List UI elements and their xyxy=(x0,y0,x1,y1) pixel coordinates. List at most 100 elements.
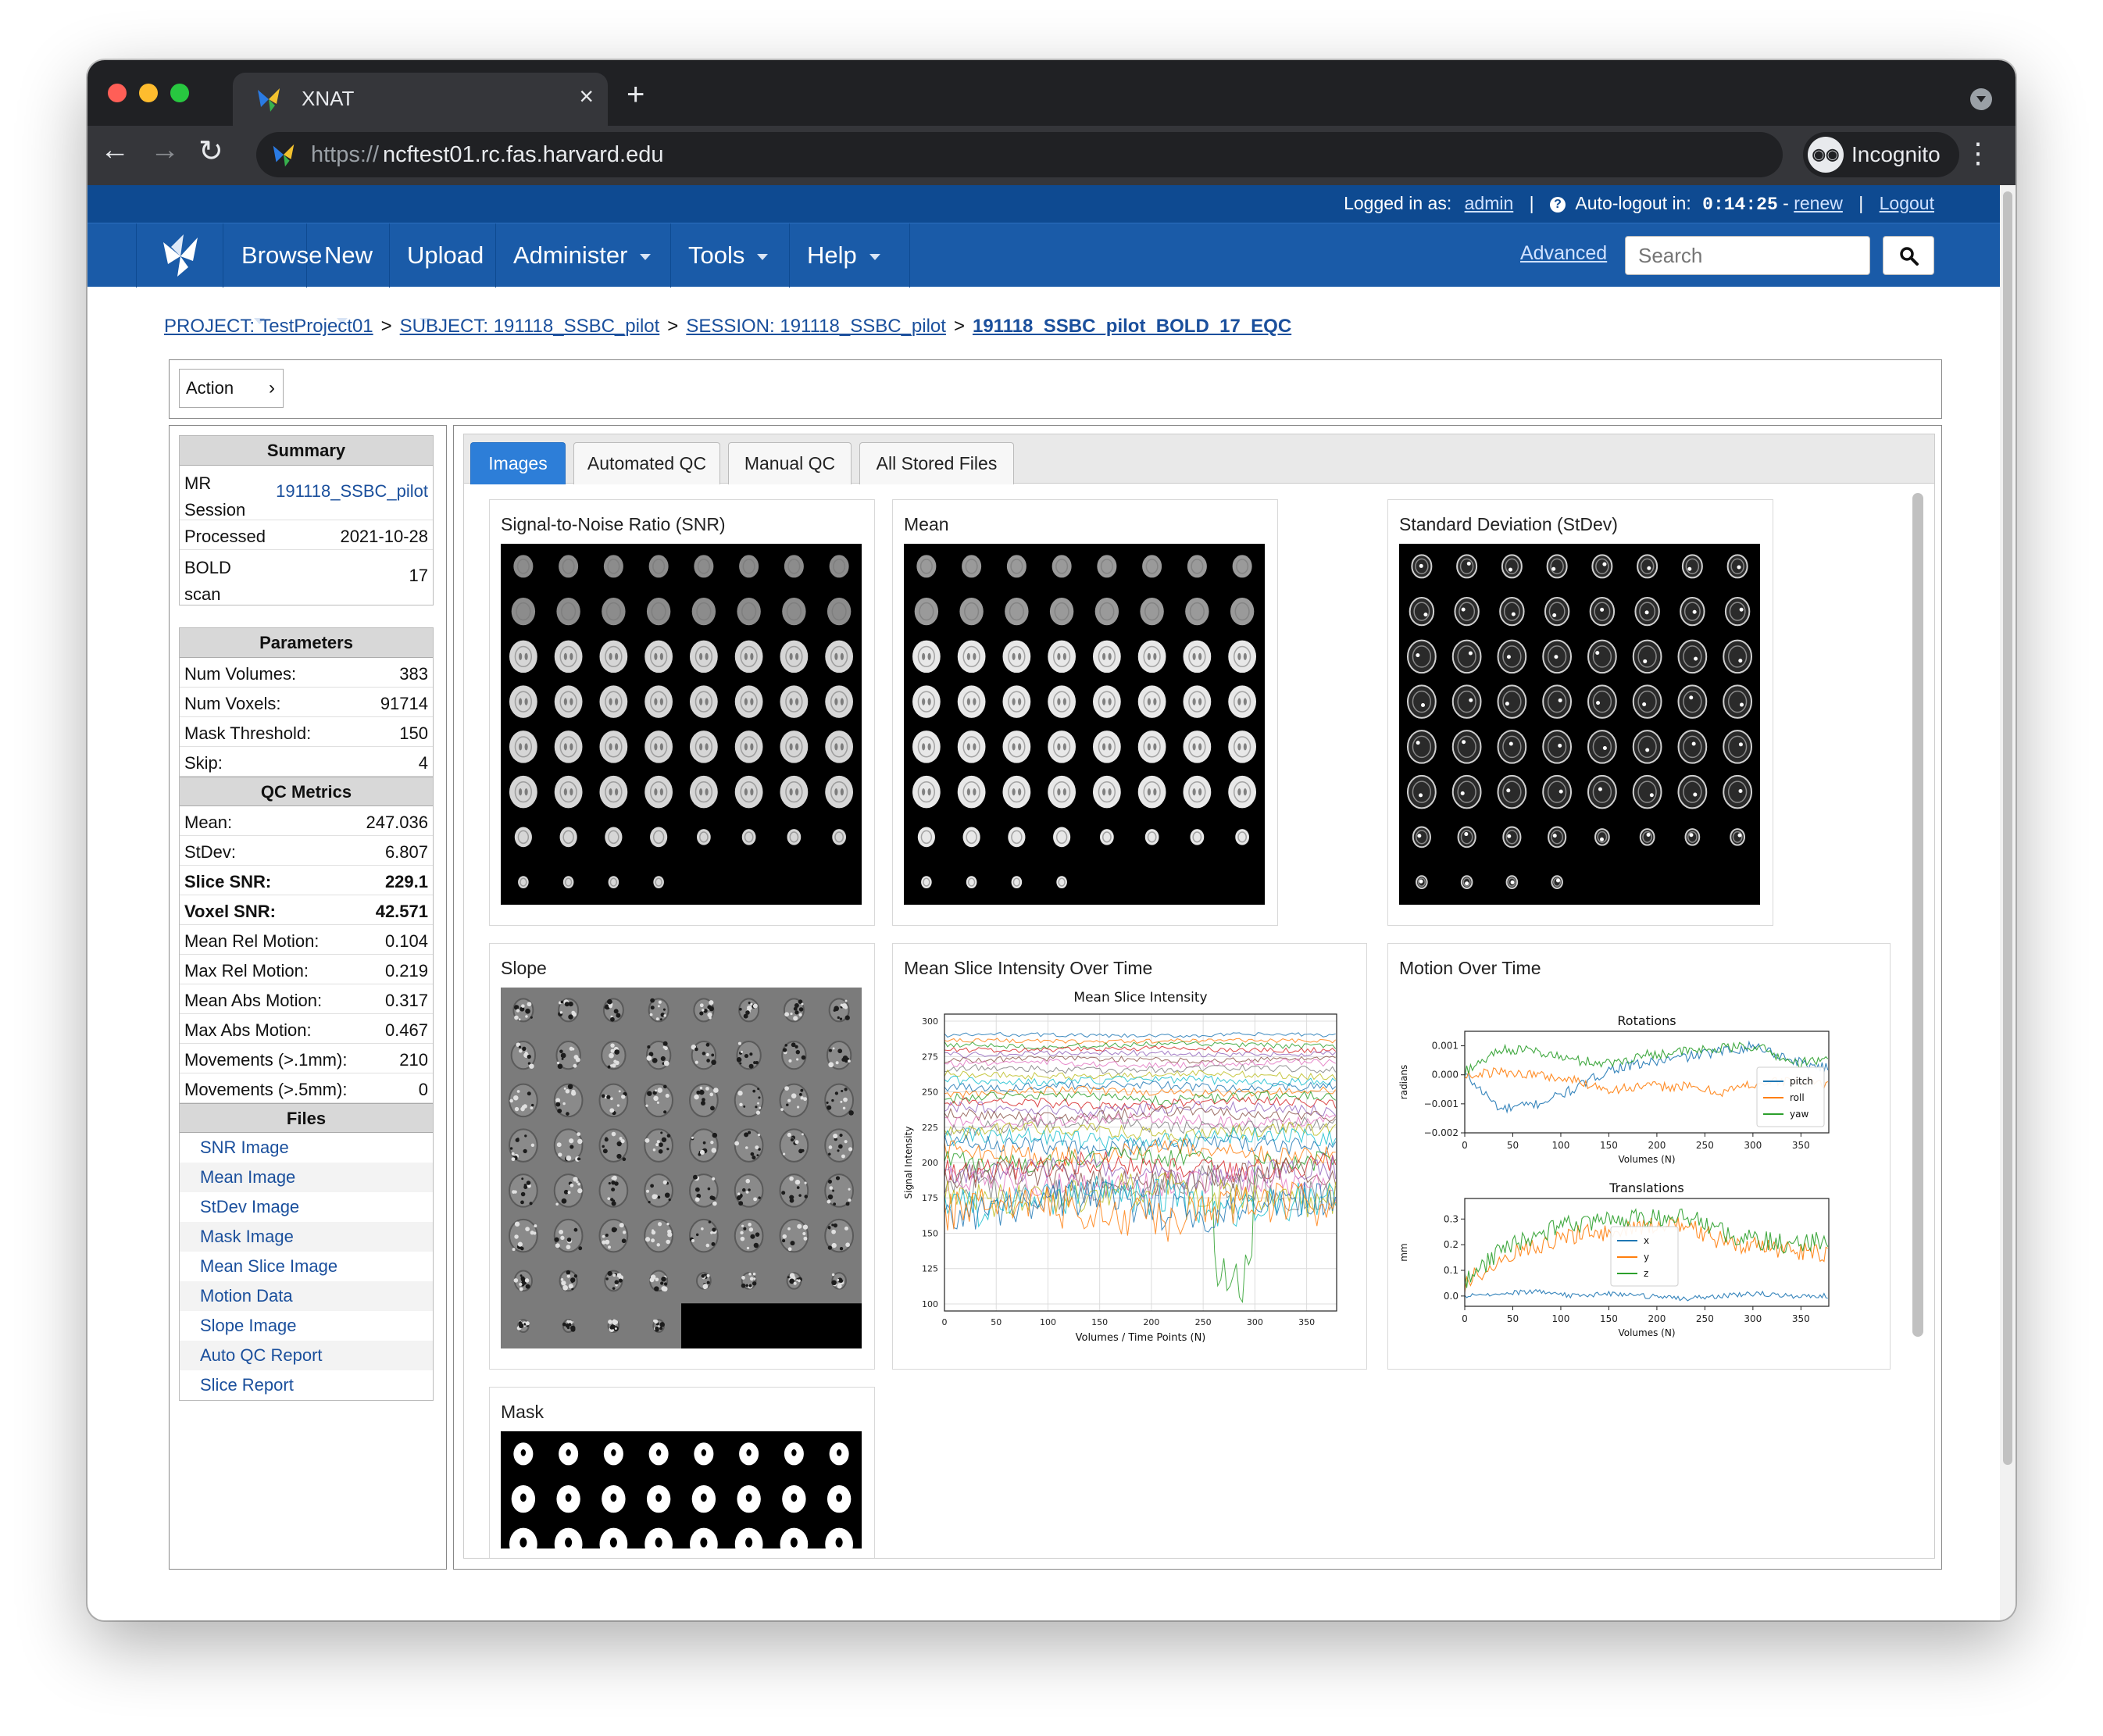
brain-slice-detail xyxy=(803,1097,807,1102)
brain-slice-detail xyxy=(608,1245,612,1249)
browser-tab-xnat[interactable]: XNAT × xyxy=(233,73,608,126)
page-scrollbar[interactable] xyxy=(2000,185,2016,1620)
page-scrollbar-thumb[interactable] xyxy=(2003,191,2012,1465)
brain-slice-detail xyxy=(702,1141,706,1145)
browser-toolbar: ← → ↻ https:// ncftest01.rc.fas.harvard.… xyxy=(87,126,2016,185)
brain-slice-detail xyxy=(700,1538,708,1548)
tab-automated-qc[interactable]: Automated QC xyxy=(573,442,720,484)
reload-icon[interactable]: ↻ xyxy=(198,134,223,169)
address-bar[interactable]: https:// ncftest01.rc.fas.harvard.edu xyxy=(256,132,1783,177)
brain-slice-detail xyxy=(648,1200,651,1204)
content-scrollbar[interactable] xyxy=(1911,493,1925,1540)
mask-mosaic-image[interactable] xyxy=(501,1431,862,1548)
logout-link[interactable]: Logout xyxy=(1880,193,1934,213)
mean-mosaic-image[interactable] xyxy=(904,544,1265,905)
back-arrow-icon[interactable]: ← xyxy=(100,134,130,167)
breadcrumb-current[interactable]: 191118_SSBC_pilot_BOLD_17_EQC xyxy=(973,316,1291,337)
xnat-logo[interactable] xyxy=(136,223,223,288)
y-tick-label: −0.002 xyxy=(1424,1127,1459,1138)
advanced-search-link[interactable]: Advanced xyxy=(1520,242,1607,265)
brain-slice-detail xyxy=(1559,789,1563,794)
menu-upload[interactable]: Upload xyxy=(390,223,496,324)
brain-slice-detail xyxy=(804,1181,807,1184)
brain-slice-detail xyxy=(804,1195,809,1198)
y-tick-label: 0.1 xyxy=(1444,1265,1459,1276)
menu-administer[interactable]: Administer xyxy=(496,223,671,288)
brain-slice-detail xyxy=(845,1202,850,1206)
image-empty-region xyxy=(1580,859,1760,905)
brain-slice-detail xyxy=(646,1056,652,1061)
brain-slice-detail xyxy=(691,1136,694,1139)
content-scrollbar-thumb[interactable] xyxy=(1912,493,1923,1337)
brain-slice-detail xyxy=(837,1149,840,1152)
motion-over-time-chart[interactable]: Rotations0 50 100 150 200 250 300 3500.0010.000… xyxy=(1393,989,1887,1367)
username-link[interactable]: admin xyxy=(1465,193,1514,213)
breadcrumb-session[interactable]: SESSION: 191118_SSBC_pilot xyxy=(686,316,946,337)
file-link-mask[interactable]: Mask Image xyxy=(180,1222,433,1252)
search-input[interactable] xyxy=(1625,236,1870,275)
breadcrumb-subject[interactable]: SUBJECT: 191118_SSBC_pilot xyxy=(400,316,660,337)
mean-slice-intensity-chart[interactable]: Mean Slice Intensity 0 50 100 150 200 250 300 35… xyxy=(898,984,1363,1367)
browser-menu-icon[interactable]: ⋮ xyxy=(1964,137,1992,170)
brain-slice-detail xyxy=(828,1145,833,1149)
tab-all-stored-files[interactable]: All Stored Files xyxy=(859,442,1014,484)
close-tab-icon[interactable]: × xyxy=(579,82,594,111)
breadcrumb-project[interactable]: PROJECT: TestProject01 xyxy=(164,316,373,337)
brain-slice-detail xyxy=(711,1059,716,1066)
renew-link[interactable]: renew xyxy=(1794,193,1843,213)
tab-search-icon[interactable] xyxy=(1970,88,1992,110)
brain-slice xyxy=(1451,639,1482,674)
brain-slice-detail xyxy=(1642,702,1647,707)
tab-manual-qc[interactable]: Manual QC xyxy=(728,442,852,484)
brain-slice-detail xyxy=(614,1049,619,1055)
new-tab-button[interactable]: + xyxy=(627,77,644,113)
brain-slice-detail xyxy=(615,1060,619,1066)
action-button[interactable]: Action › xyxy=(179,369,284,408)
forward-arrow-icon[interactable]: → xyxy=(150,134,180,167)
incognito-indicator[interactable]: ◉◉ Incognito xyxy=(1803,132,1959,177)
menu-tools[interactable]: Tools xyxy=(671,223,790,288)
slope-mosaic-image[interactable] xyxy=(501,988,862,1348)
x-axis-label: Volumes / Time Points (N) xyxy=(1076,1332,1206,1344)
file-link-mean[interactable]: Mean Image xyxy=(180,1163,433,1192)
brain-slice-detail xyxy=(748,1188,751,1191)
minimize-window-button[interactable] xyxy=(139,84,158,102)
brain-slice xyxy=(1053,827,1071,848)
brain-slice xyxy=(1228,685,1257,718)
brain-slice xyxy=(914,597,939,626)
brain-slice-detail xyxy=(514,1221,520,1227)
mr-session-link[interactable]: 191118_SSBC_pilot xyxy=(276,481,428,502)
file-link-stdev[interactable]: StDev Image xyxy=(180,1192,433,1222)
brain-slice xyxy=(1632,730,1662,764)
brain-slice-detail xyxy=(521,1004,525,1008)
tab-images[interactable]: Images xyxy=(470,442,566,484)
brain-slice-detail xyxy=(1509,741,1513,746)
brain-slice-detail xyxy=(1646,832,1651,837)
ventricle xyxy=(789,743,793,751)
close-window-button[interactable] xyxy=(108,84,127,102)
brain-slice xyxy=(779,1173,809,1208)
menu-new[interactable]: New xyxy=(307,223,390,324)
brain-slice-detail xyxy=(559,1011,563,1014)
brain-slice-detail xyxy=(1419,879,1423,884)
param-value: 383 xyxy=(399,664,428,684)
brain-slice-detail xyxy=(745,1191,749,1194)
param-label: Mask Threshold: xyxy=(184,723,312,743)
brain-slice-detail xyxy=(560,1235,565,1240)
zoom-window-button[interactable] xyxy=(170,84,189,102)
x-tick-label: 350 xyxy=(1792,1140,1810,1151)
file-link-slope[interactable]: Slope Image xyxy=(180,1311,433,1341)
brain-slice-detail xyxy=(610,1048,615,1053)
brain-slice-detail xyxy=(555,1243,560,1248)
menu-browse[interactable]: Browse xyxy=(224,223,322,324)
file-link-snr[interactable]: SNR Image xyxy=(180,1133,433,1163)
file-link-mean-slice[interactable]: Mean Slice Image xyxy=(180,1252,433,1281)
file-link-motion[interactable]: Motion Data xyxy=(180,1281,433,1311)
menu-help[interactable]: Help xyxy=(790,223,910,288)
file-link-auto-qc[interactable]: Auto QC Report xyxy=(180,1341,433,1370)
file-link-slice-report[interactable]: Slice Report xyxy=(180,1370,433,1400)
snr-mosaic-image[interactable] xyxy=(501,544,862,905)
search-button[interactable] xyxy=(1883,236,1934,275)
brain-slice-detail xyxy=(557,1109,562,1113)
stdev-mosaic-image[interactable] xyxy=(1399,544,1760,905)
